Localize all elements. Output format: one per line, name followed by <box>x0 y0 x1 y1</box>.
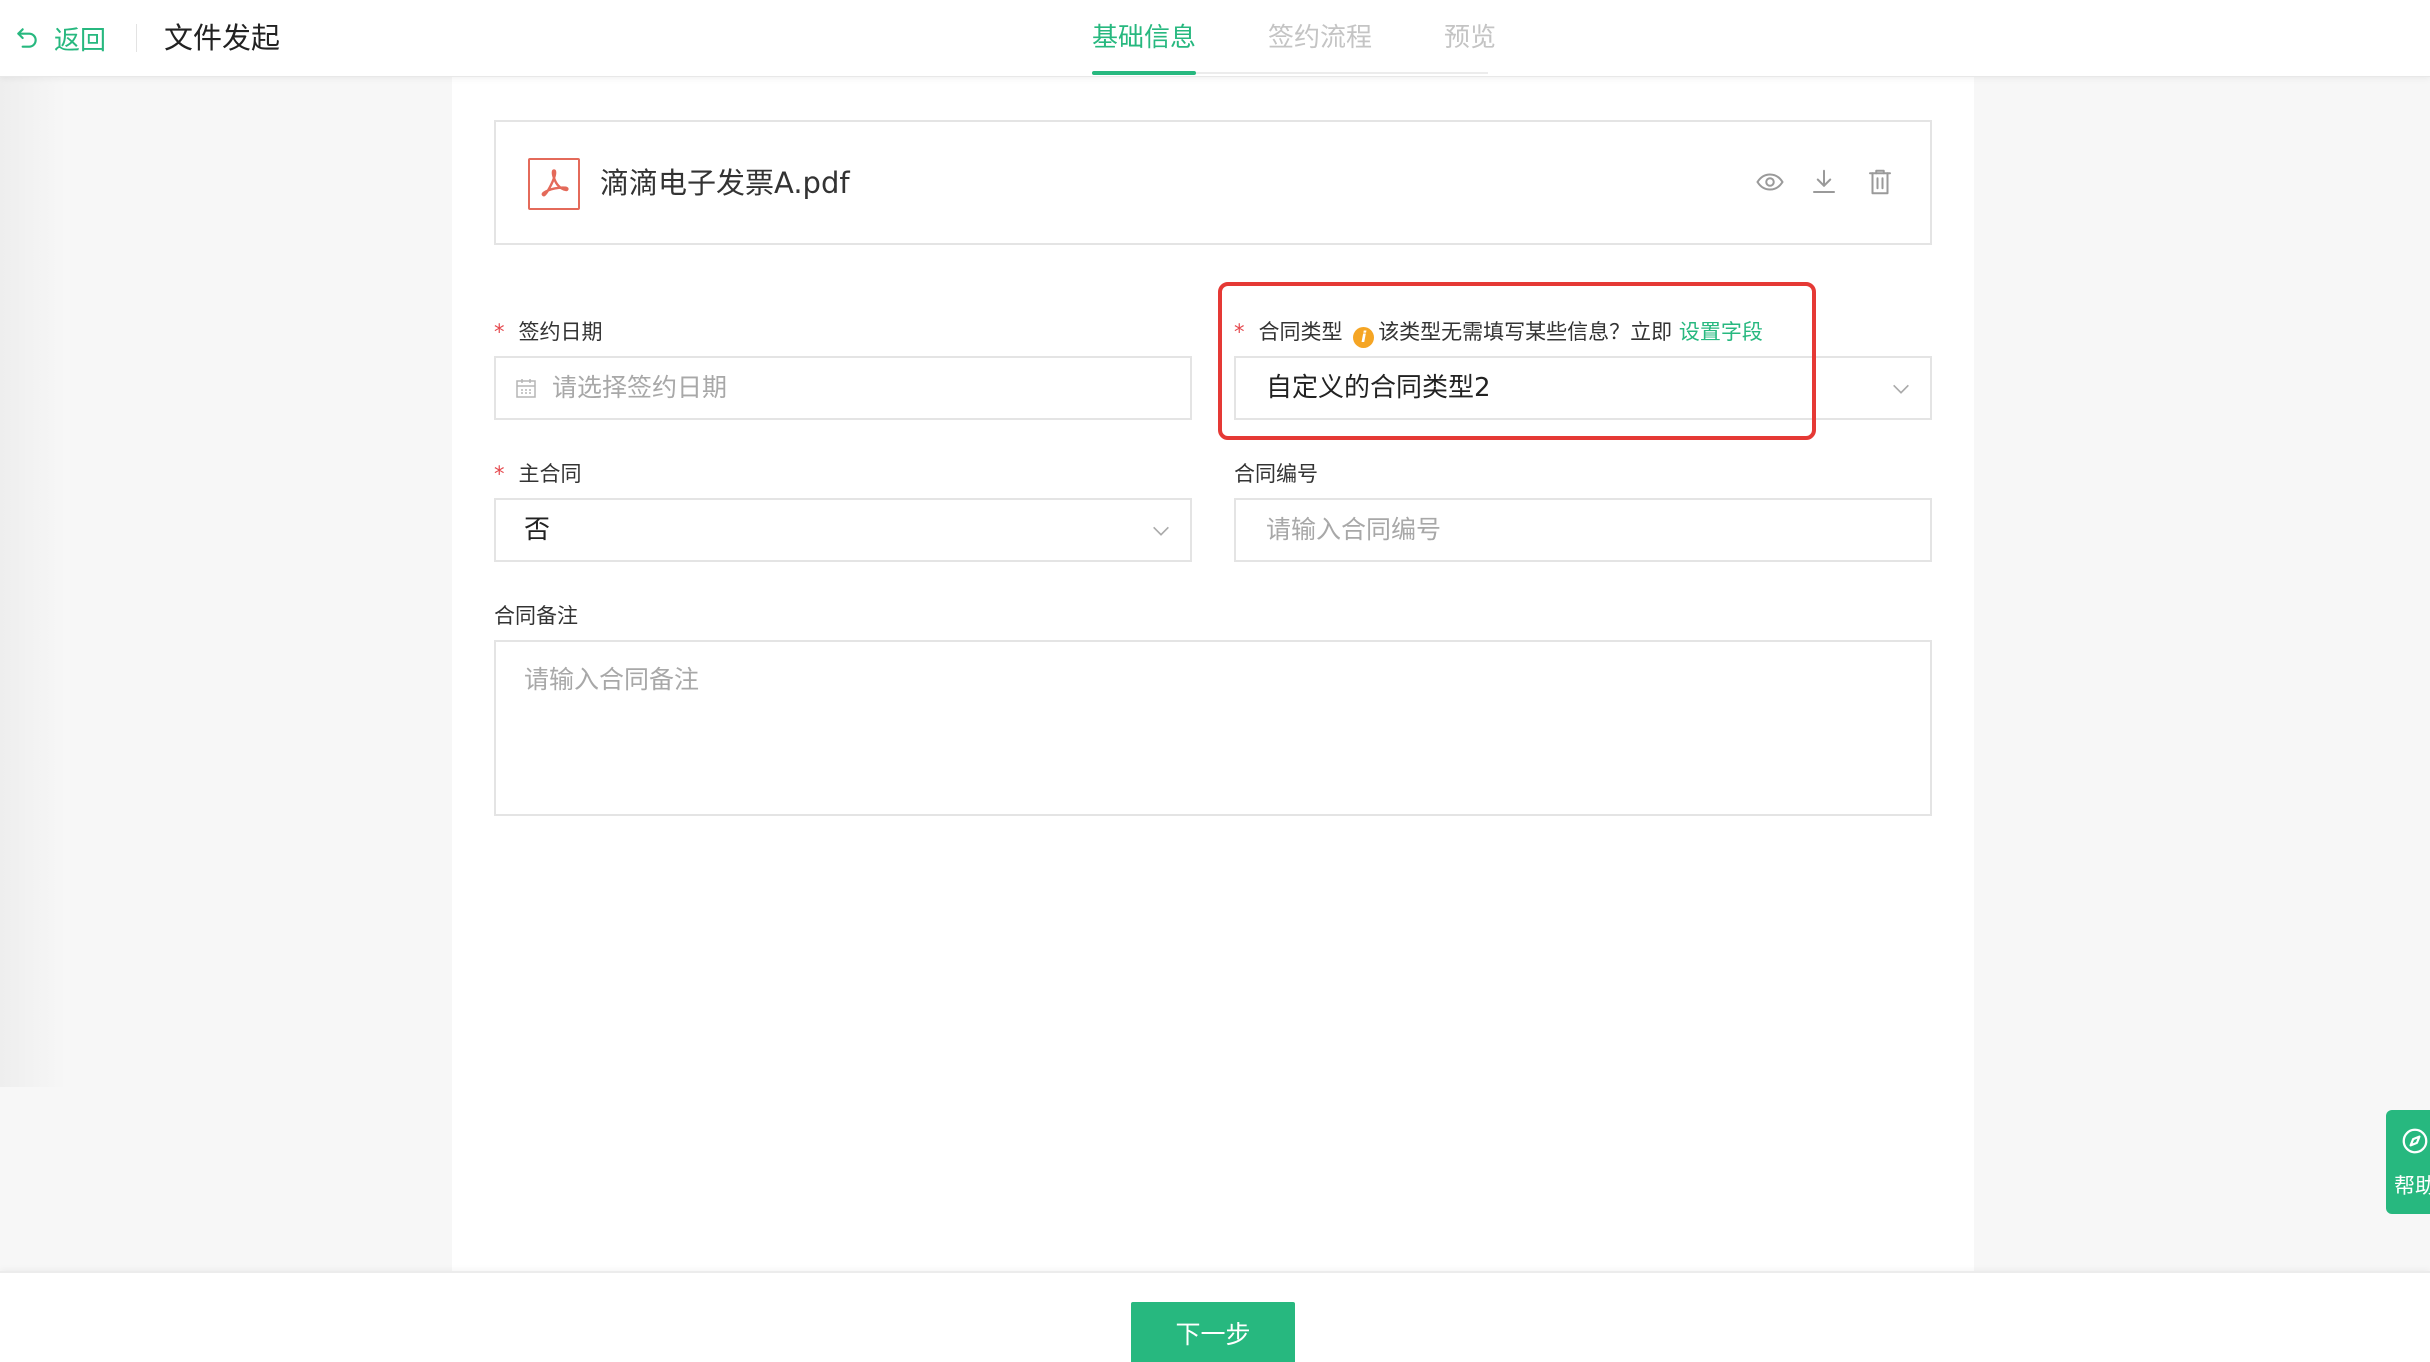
main-contract-value: 否 <box>524 515 551 545</box>
contract-type-label-text: 合同类型 <box>1258 320 1343 344</box>
contract-type-select[interactable]: 自定义的合同类型2 <box>1234 356 1932 420</box>
compass-icon <box>2402 1128 2428 1154</box>
pdf-icon <box>528 158 580 210</box>
contract-no-label: 合同编号 <box>1234 462 1318 486</box>
back-label: 返回 <box>54 25 107 56</box>
contract-no-placeholder: 请输入合同编号 <box>1266 515 1442 544</box>
set-fields-link[interactable]: 设置字段 <box>1679 320 1763 344</box>
main-contract-label: * 主合同 <box>494 459 582 489</box>
footer-bar: 下一步 <box>0 1271 2430 1362</box>
trash-icon <box>1869 169 1891 195</box>
sign-date-picker[interactable]: 请选择签约日期 <box>494 356 1192 420</box>
file-name: 滴滴电子发票A.pdf <box>600 166 850 200</box>
remark-placeholder: 请输入合同备注 <box>524 665 700 694</box>
download-icon <box>1813 169 1835 193</box>
top-bar: 返回 文件发起 基础信息 签约流程 预览 <box>0 0 2430 77</box>
delete-button[interactable] <box>1862 164 1898 200</box>
step-tabs: 基础信息 签约流程 预览 <box>1092 0 1568 77</box>
sign-date-label: * 签约日期 <box>494 317 603 347</box>
chevron-down-icon <box>1893 384 1909 394</box>
info-icon: i <box>1353 327 1375 348</box>
main-contract-select[interactable]: 否 <box>494 498 1192 562</box>
sign-date-placeholder: 请选择签约日期 <box>552 373 728 402</box>
next-step-button[interactable]: 下一步 <box>1131 1302 1295 1362</box>
page-title: 文件发起 <box>164 21 281 55</box>
contract-type-value: 自定义的合同类型2 <box>1266 373 1491 403</box>
calendar-icon <box>516 379 536 398</box>
contract-no-input[interactable]: 请输入合同编号 <box>1234 498 1932 562</box>
chevron-down-icon <box>1153 526 1169 536</box>
contract-type-hint: 该类型无需填写某些信息？立即 <box>1378 320 1673 344</box>
file-item: 滴滴电子发票A.pdf <box>494 120 1932 245</box>
main-contract-label-text: 主合同 <box>518 462 582 486</box>
help-label: 帮助 <box>2394 1174 2430 1198</box>
help-button[interactable]: 帮助 <box>2386 1110 2430 1214</box>
download-button[interactable] <box>1806 164 1842 200</box>
contract-type-label: * 合同类型 i 该类型无需填写某些信息？立即 设置字段 <box>1234 317 1763 348</box>
eye-icon <box>1756 173 1784 191</box>
back-button[interactable]: 返回 <box>14 20 106 56</box>
header-divider <box>136 24 137 52</box>
required-mark: * <box>494 462 505 486</box>
required-mark: * <box>1234 320 1245 344</box>
tab-sign-flow[interactable]: 签约流程 <box>1268 0 1372 77</box>
remark-textarea[interactable]: 请输入合同备注 <box>494 640 1932 816</box>
required-mark: * <box>494 320 505 344</box>
undo-arrow-icon <box>17 28 37 48</box>
tab-preview[interactable]: 预览 <box>1444 0 1496 77</box>
sign-date-label-text: 签约日期 <box>518 320 603 344</box>
preview-button[interactable] <box>1752 164 1788 200</box>
remark-label: 合同备注 <box>494 604 578 628</box>
left-panel-edge <box>0 77 66 1087</box>
tab-basic-info[interactable]: 基础信息 <box>1092 0 1197 77</box>
